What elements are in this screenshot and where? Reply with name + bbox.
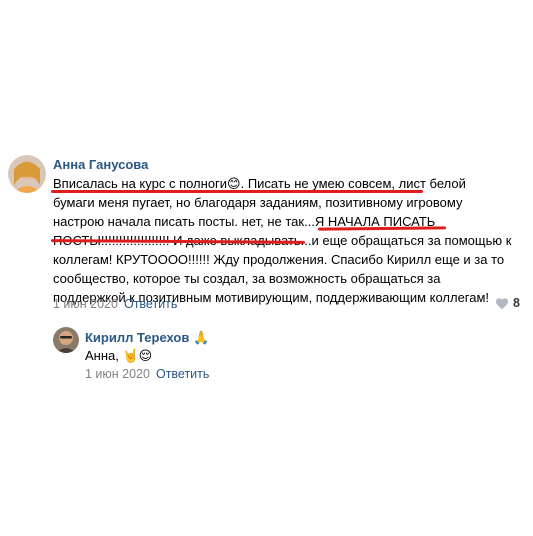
comment-date[interactable]: 1 июн 2020: [53, 297, 118, 311]
comment-author[interactable]: Анна Ганусова: [53, 157, 148, 172]
like-button[interactable]: 8: [495, 296, 520, 310]
avatar[interactable]: [53, 327, 79, 353]
reply-button[interactable]: Ответить: [124, 297, 177, 311]
avatar[interactable]: [8, 155, 46, 193]
reply-author[interactable]: Кирилл Терехов 🙏: [85, 330, 209, 346]
like-count: 8: [513, 296, 520, 310]
comment-line: бумаги меня пугает, но благодаря задания…: [53, 195, 463, 210]
reply-date[interactable]: 1 июн 2020: [85, 367, 150, 381]
highlight-underline: [51, 190, 423, 193]
heart-icon: [495, 297, 509, 309]
reply-line: Анна, 🤘😌: [85, 348, 153, 363]
comment-meta: 1 июн 2020 Ответить: [53, 297, 177, 311]
comment-line: коллегам! КРУТОООО!!!!!! Жду продолжения…: [53, 252, 505, 267]
comment-line: сообщество, которое ты создал, за возмож…: [53, 271, 441, 286]
reply-meta: 1 июн 2020 Ответить: [85, 367, 209, 381]
reply-button[interactable]: Ответить: [156, 367, 209, 381]
